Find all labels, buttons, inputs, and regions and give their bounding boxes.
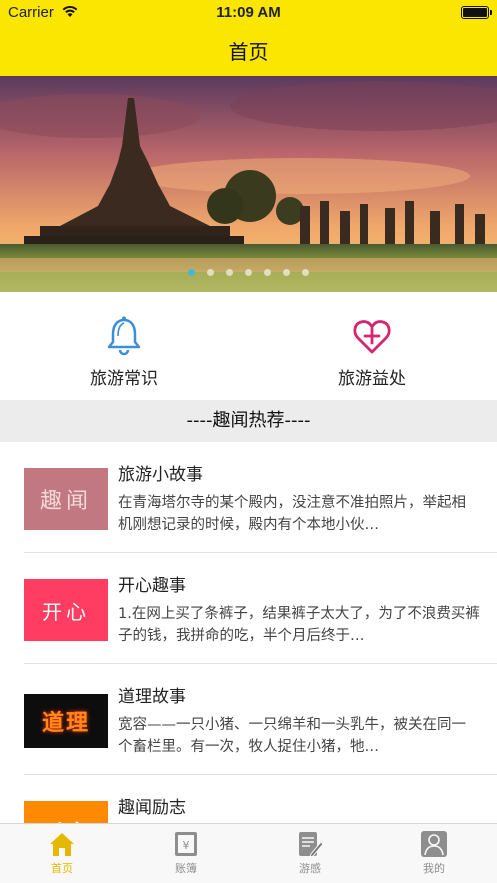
tab-ledger[interactable]: ¥ 账簿 <box>146 830 226 876</box>
article-title: 开心趣事 <box>118 576 186 596</box>
status-time: 11:09 AM <box>216 4 281 21</box>
section-header: ----趣闻热荐---- <box>0 400 497 442</box>
list-item[interactable]: 道理 道理故事 宽容——一只小猪、一只绵羊和一头乳牛，被关在同一个畜栏里。有一次… <box>0 664 497 775</box>
thumbnail-text: 开心 <box>42 599 90 624</box>
quick-action-travel-tips[interactable]: 旅游常识 <box>44 314 204 389</box>
article-summary: 1.在网上买了条裤子，结果裤子太大了，为了不浪费买裤子的钱，我拼命的吃，半个月后… <box>118 606 480 644</box>
quick-action-label: 旅游常识 <box>90 369 158 389</box>
list-item[interactable]: 趣闻 旅游小故事 在青海塔尔寺的某个殿内，没注意不准拍照片，举起相机刚想记录的时… <box>0 442 497 553</box>
tab-journal[interactable]: 游感 <box>270 830 350 876</box>
home-icon <box>50 833 74 856</box>
article-thumbnail: 开心 <box>24 579 108 641</box>
bell-icon <box>107 316 141 356</box>
banner-image <box>0 76 497 292</box>
quick-action-travel-benefits[interactable]: 旅游益处 <box>292 314 452 389</box>
article-title: 趣闻励志 <box>118 798 186 818</box>
carousel-dot[interactable] <box>264 269 271 276</box>
thumbnail-text: 趣闻 <box>39 489 92 514</box>
top-bar: Carrier 11:09 AM 首页 <box>0 0 497 76</box>
page-title: 首页 <box>228 40 269 64</box>
tab-label: 首页 <box>51 862 73 875</box>
tab-label: 游感 <box>299 862 321 875</box>
carousel-dot[interactable] <box>188 269 195 276</box>
thumbnail-text: 励志 <box>24 801 108 823</box>
carousel-page-indicator[interactable] <box>0 269 497 279</box>
profile-icon <box>421 831 447 857</box>
tab-bar: 首页 ¥ 账簿 游感 我的 <box>0 823 497 883</box>
carousel-dot[interactable] <box>245 269 252 276</box>
article-summary: 宽容——一只小猪、一只绵羊和一头乳牛，被关在同一个畜栏里。有一次，牧人捉住小猪，… <box>118 717 466 755</box>
quick-action-label: 旅游益处 <box>338 369 406 389</box>
article-title: 旅游小故事 <box>118 465 203 485</box>
svg-text:¥: ¥ <box>183 839 190 852</box>
list-item[interactable]: 开心 开心趣事 1.在网上买了条裤子，结果裤子太大了，为了不浪费买裤子的钱，我拼… <box>0 553 497 664</box>
tab-label: 我的 <box>423 862 445 875</box>
tab-profile[interactable]: 我的 <box>394 830 474 876</box>
banner-carousel[interactable] <box>0 76 497 292</box>
carousel-dot[interactable] <box>302 269 309 276</box>
thumbnail-text: 道理 <box>41 711 90 736</box>
article-thumbnail: 励志 <box>24 801 108 823</box>
article-summary: 在青海塔尔寺的某个殿内，没注意不准拍照片，举起相机刚想记录的时候，殿内有个本地小… <box>118 495 466 533</box>
article-title: 道理故事 <box>118 687 186 707</box>
article-thumbnail: 道理 <box>24 694 108 748</box>
ledger-icon: ¥ <box>175 832 197 856</box>
quick-actions: 旅游常识 旅游益处 <box>0 292 497 400</box>
tab-label: 账簿 <box>175 862 197 875</box>
carousel-dot[interactable] <box>207 269 214 276</box>
carousel-dot[interactable] <box>283 269 290 276</box>
heart-plus-icon <box>353 320 391 354</box>
article-thumbnail: 趣闻 <box>24 468 108 530</box>
status-bar: Carrier 11:09 AM <box>0 0 497 26</box>
article-list[interactable]: 趣闻 旅游小故事 在青海塔尔寺的某个殿内，没注意不准拍照片，举起相机刚想记录的时… <box>0 442 497 823</box>
tab-home[interactable]: 首页 <box>22 830 102 876</box>
carousel-dot[interactable] <box>226 269 233 276</box>
list-item[interactable]: 励志 趣闻励志 <box>0 775 497 823</box>
note-edit-icon <box>299 832 324 858</box>
battery-icon <box>461 6 492 19</box>
